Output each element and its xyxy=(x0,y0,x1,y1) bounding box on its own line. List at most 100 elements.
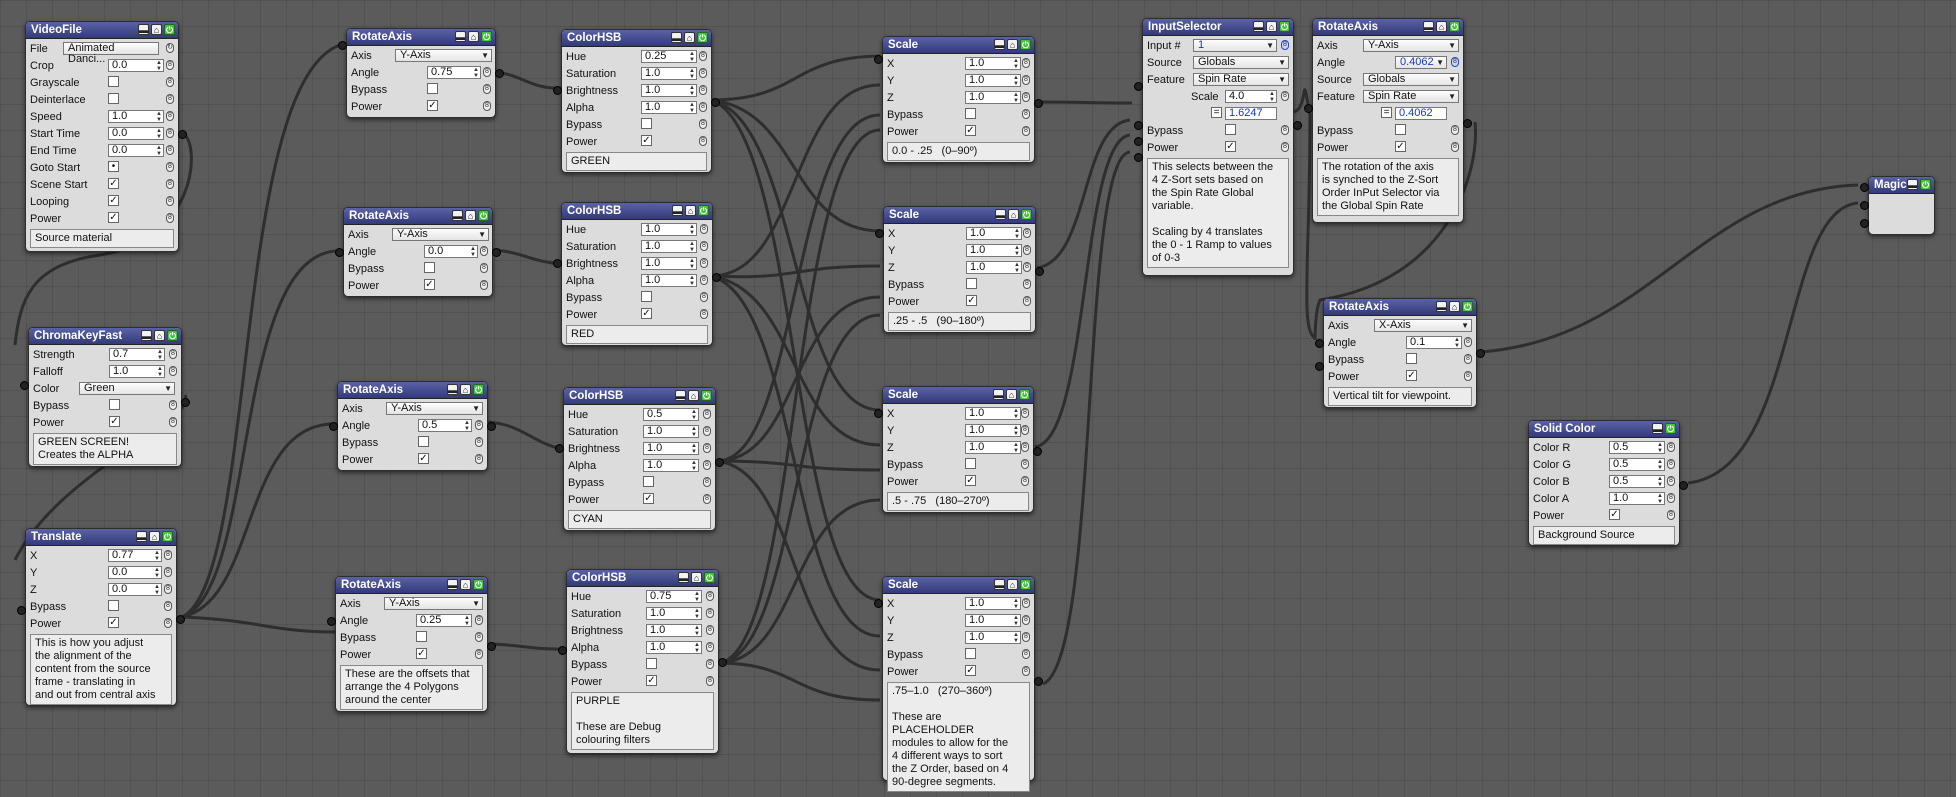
strength-input[interactable]: 0.7 ▲ ▼ xyxy=(109,348,165,361)
output-port[interactable] xyxy=(718,658,727,667)
bypass-checkbox[interactable] xyxy=(643,476,654,487)
node-title-bar[interactable]: ColorHSB ▬ ⌂ ⏻ xyxy=(562,203,712,220)
bypass-checkbox[interactable] xyxy=(965,108,976,119)
input-port[interactable] xyxy=(558,646,567,655)
stepper-icon[interactable]: ▲ ▼ xyxy=(473,67,479,79)
power-checkbox[interactable]: ✓ xyxy=(1406,370,1417,381)
input-port[interactable] xyxy=(875,229,884,238)
axis-select[interactable]: Y-Axis ▼ xyxy=(392,228,489,241)
link-icon[interactable]: 8 xyxy=(1667,442,1675,452)
link-icon[interactable]: 8 xyxy=(699,136,707,146)
input-port[interactable] xyxy=(874,409,883,418)
bypass-checkbox[interactable] xyxy=(427,83,438,94)
x-input[interactable]: 0.77 ▲ ▼ xyxy=(108,549,162,562)
node-note[interactable]: .5 - .75 (180–270º) xyxy=(887,492,1029,511)
input-port[interactable] xyxy=(338,41,347,50)
stepper-icon[interactable]: ▲ ▼ xyxy=(1013,92,1019,104)
x-input[interactable]: 1.0 ▲ ▼ xyxy=(965,57,1021,70)
input-port[interactable] xyxy=(1315,339,1324,348)
node-note[interactable]: These are the offsets that arrange the 4… xyxy=(340,665,483,710)
node-rotateaxis[interactable]: RotateAxis ▬ ⌂ ⏻ Axis Y-Axis ▼ Angle 0.75 ▲ ▼ 8 … xyxy=(338,28,504,118)
link-icon[interactable]: 8 xyxy=(700,292,708,302)
link-icon[interactable]: 8 xyxy=(166,179,174,189)
minimize-icon[interactable]: ▬ xyxy=(678,572,689,583)
source-select[interactable]: Globals ▼ xyxy=(1363,73,1459,86)
stepper-icon[interactable]: ▲ ▼ xyxy=(1269,91,1275,103)
stepper-icon[interactable]: ▲ ▼ xyxy=(689,51,695,63)
link-icon[interactable]: 8 xyxy=(1021,425,1029,435)
link-icon[interactable]: 8 xyxy=(706,608,714,618)
axis-select[interactable]: X-Axis ▼ xyxy=(1374,319,1472,332)
node-inputselector[interactable]: InputSelector ▬ ⌂ ⏻ Input #1 ▼ 8 Source Globa… xyxy=(1134,18,1302,276)
power-icon[interactable]: ⏻ xyxy=(1462,301,1473,312)
link-icon[interactable]: 8 xyxy=(166,145,174,155)
node-title-bar[interactable]: Solid Color ▬ ⏻ xyxy=(1529,421,1679,438)
link-icon[interactable]: 8 xyxy=(699,85,707,95)
output-port[interactable] xyxy=(492,248,501,257)
bypass-checkbox[interactable] xyxy=(965,648,976,659)
power-icon[interactable]: ⏻ xyxy=(697,32,708,43)
link-icon[interactable]: 8 xyxy=(164,584,172,594)
input-port[interactable] xyxy=(1134,153,1143,162)
output-port[interactable] xyxy=(711,98,720,107)
minimize-icon[interactable]: ▬ xyxy=(994,39,1005,50)
bypass-checkbox[interactable] xyxy=(1225,124,1236,135)
link-icon[interactable]: 8 xyxy=(166,94,174,104)
link-icon[interactable]: 8 xyxy=(475,437,483,447)
stepper-icon[interactable]: ▲ ▼ xyxy=(157,366,163,378)
expand-icon[interactable]: ⌂ xyxy=(460,579,471,590)
link-icon[interactable]: 8 xyxy=(706,676,714,686)
hue-input[interactable]: 0.5 ▲ ▼ xyxy=(643,408,699,421)
color-g-input[interactable]: 0.5 ▲ ▼ xyxy=(1609,458,1665,471)
link-icon[interactable]: 8 xyxy=(699,68,707,78)
stepper-icon[interactable]: ▲ ▼ xyxy=(1013,598,1019,610)
stepper-icon[interactable]: ▲ ▼ xyxy=(689,241,695,253)
node-colorhsb[interactable]: ColorHSB ▬ ⌂ ⏻ Hue 1.0 ▲ ▼ 8 Saturation 1.0 ▲ ▼ 8 … xyxy=(553,202,721,346)
link-icon[interactable]: 8 xyxy=(703,409,711,419)
link-icon[interactable]: 8 xyxy=(1464,371,1472,381)
stepper-icon[interactable]: ▲ ▼ xyxy=(689,102,695,114)
z-input[interactable]: 1.0 ▲ ▼ xyxy=(965,91,1021,104)
stepper-icon[interactable]: ▲ ▼ xyxy=(689,258,695,270)
link-icon[interactable]: 8 xyxy=(706,659,714,669)
link-icon[interactable]: 8 xyxy=(1451,125,1459,135)
power-checkbox[interactable]: ✓ xyxy=(424,279,435,290)
node-colorhsb[interactable]: ColorHSB ▬ ⌂ ⏻ Hue 0.75 ▲ ▼ 8 Saturation 1.0 ▲ ▼ 8… xyxy=(558,569,727,754)
stepper-icon[interactable]: ▲ ▼ xyxy=(689,85,695,97)
output-port[interactable] xyxy=(1035,267,1044,276)
power-checkbox[interactable]: ✓ xyxy=(965,665,976,676)
power-icon[interactable]: ⏻ xyxy=(1019,389,1030,400)
saturation-input[interactable]: 1.0 ▲ ▼ xyxy=(641,240,697,253)
power-checkbox[interactable]: ✓ xyxy=(646,675,657,686)
bypass-checkbox[interactable] xyxy=(1395,124,1406,135)
angle-input[interactable]: 0.25 ▲ ▼ xyxy=(416,614,472,627)
hue-input[interactable]: 0.25 ▲ ▼ xyxy=(641,50,697,63)
expand-icon[interactable]: ⌂ xyxy=(1436,21,1447,32)
stepper-icon[interactable]: ▲ ▼ xyxy=(1657,493,1663,505)
expand-icon[interactable]: ⌂ xyxy=(151,24,162,35)
node-title-bar[interactable]: Scale ▬ ⌂ ⏻ xyxy=(883,37,1034,54)
stepper-icon[interactable]: ▲ ▼ xyxy=(156,111,162,123)
minimize-icon[interactable]: ▬ xyxy=(136,531,147,542)
expand-icon[interactable]: ⌂ xyxy=(691,572,702,583)
stepper-icon[interactable]: ▲ ▼ xyxy=(1013,442,1019,454)
output-port[interactable] xyxy=(712,273,721,282)
bypass-checkbox[interactable] xyxy=(965,458,976,469)
expand-icon[interactable]: ⌂ xyxy=(1007,579,1018,590)
input-port[interactable] xyxy=(553,259,562,268)
grayscale-checkbox[interactable] xyxy=(108,76,119,87)
link-icon[interactable]: 8 xyxy=(169,349,177,359)
stepper-icon[interactable]: ▲ ▼ xyxy=(689,275,695,287)
input-number-select[interactable]: 1 ▼ xyxy=(1193,39,1277,52)
power-icon[interactable]: ⏻ xyxy=(704,572,715,583)
node-title-bar[interactable]: InputSelector ▬ ⌂ ⏻ xyxy=(1143,19,1293,36)
output-port[interactable] xyxy=(176,615,185,624)
node-translate[interactable]: Translate ▬ ⌂ ⏻ X 0.77 ▲ ▼ 8 Y 0.0 ▲ ▼ 8 Z 0.0 ▲ ▼ 8 B… xyxy=(17,528,185,706)
power-icon[interactable]: ⏻ xyxy=(1920,179,1931,190)
minimize-icon[interactable]: ▬ xyxy=(1253,21,1264,32)
power-checkbox[interactable]: ✓ xyxy=(109,416,120,427)
node-title-bar[interactable]: RotateAxis ▬ ⌂ ⏻ xyxy=(1313,19,1463,36)
scene-start-checkbox[interactable]: ✓ xyxy=(108,178,119,189)
node-title-bar[interactable]: RotateAxis ▬ ⌂ ⏻ xyxy=(347,29,495,46)
stepper-icon[interactable]: ▲ ▼ xyxy=(154,567,160,579)
